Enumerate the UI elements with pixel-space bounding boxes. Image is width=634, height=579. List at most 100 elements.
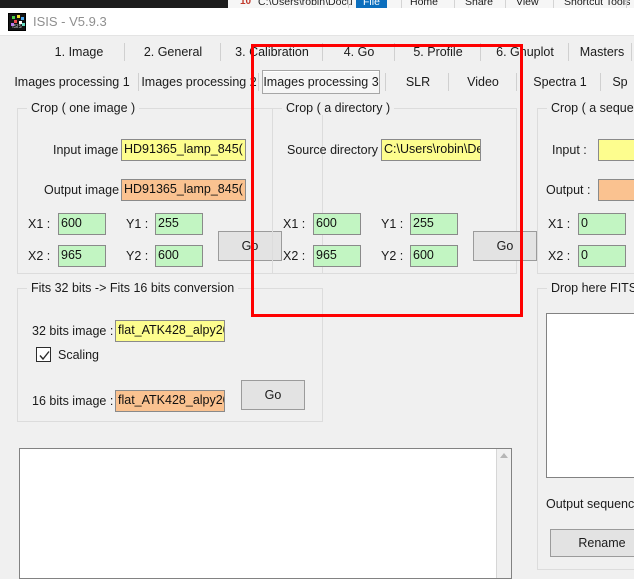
y2-label: Y2 : [126,249,149,263]
title-bar: ISIS ISIS - V5.9.3 [0,8,634,36]
output-image-field[interactable]: HD91365_lamp_845( [121,179,246,201]
seq-x2-label: X2 : [548,249,571,263]
tab-separator [568,43,569,61]
fits-16bit-label: 16 bits image : [32,394,114,408]
explorer-tab-separator [348,0,349,8]
tab-separator [385,73,386,91]
sequence-output-field[interactable] [598,179,634,201]
seq-x1-label: X1 : [548,217,571,231]
dir-y2-label: Y2 : [381,249,404,263]
window-title: ISIS - V5.9.3 [33,14,107,29]
tab-5-profile[interactable]: 5. Profile [398,37,478,67]
scaling-checkbox[interactable] [36,347,51,362]
drop-fits-legend: Drop here FITS image [547,281,634,295]
tab-spectra-1[interactable]: Spectra 1 [524,67,596,97]
log-output-textarea[interactable] [19,448,512,579]
tab-separator [124,43,125,61]
crop-directory-group: Crop ( a directory ) Source directory : … [272,101,537,274]
explorer-tab-separator [553,0,554,8]
fits-32bit-field[interactable]: flat_ATK428_alpy200 [115,320,225,342]
dir-y2-field[interactable]: 600 [410,245,458,267]
output-sequence-label: Output sequence : [546,497,634,511]
drop-fits-group: Drop here FITS image Output sequence : R… [537,281,634,570]
tab-2-general[interactable]: 2. General [128,37,218,67]
sequence-input-field[interactable] [598,139,634,161]
background-explorer-ribbon: 10 C:\Users\robin\Docu File Home Share V… [0,0,634,8]
fits-32bit-label: 32 bits image : [32,324,114,338]
crop-directory-legend: Crop ( a directory ) [282,101,395,115]
scroll-up-arrow-icon[interactable] [500,453,508,458]
dir-x2-field[interactable]: 965 [313,245,361,267]
tab-masters[interactable]: Masters [572,37,632,67]
tab-3-calibration[interactable]: 3. Calibration [224,37,320,67]
isis-application-window: 10 C:\Users\robin\Docu File Home Share V… [0,0,634,579]
fits-conversion-group: Fits 32 bits -> Fits 16 bits conversion … [17,281,323,422]
explorer-tab-view[interactable]: View [516,0,539,8]
tab-separator [516,73,517,91]
x1-field[interactable]: 600 [58,213,106,235]
explorer-tab-separator [401,0,402,8]
dir-x2-label: X2 : [283,249,306,263]
tab-1-image[interactable]: 1. Image [36,37,122,67]
source-directory-field[interactable]: C:\Users\robin\Des [381,139,481,161]
sequence-output-label: Output : [546,183,591,197]
source-directory-label: Source directory : [287,143,385,157]
scaling-checkbox-row[interactable]: Scaling [36,347,99,362]
output-image-label: Output image : [44,183,126,197]
tab-4-go[interactable]: 4. Go [326,37,392,67]
y2-field[interactable]: 600 [155,245,203,267]
rename-button[interactable]: Rename [550,529,634,557]
crop-directory-go-button[interactable]: Go [473,231,537,261]
seq-x2-field[interactable]: 0 [578,245,626,267]
sequence-input-label: Input : [552,143,587,157]
scaling-label: Scaling [58,347,99,362]
x1-label: X1 : [28,217,51,231]
tab-images-processing-2[interactable]: Images processing 2 [141,67,256,97]
secondary-tab-row: Images processing 1 Images processing 2 … [0,67,634,97]
x2-label: X2 : [28,249,51,263]
isis-app-icon: ISIS [8,13,26,31]
tab-6-gnuplot[interactable]: 6. Gnuplot [484,37,566,67]
input-image-label: Input image : [53,143,126,157]
primary-tab-row: 1. Image 2. General 3. Calibration 4. Go… [0,37,634,67]
crop-sequence-group: Crop ( a sequence ) Input : Output : X1 … [537,101,634,274]
dir-x1-label: X1 : [283,217,306,231]
x2-field[interactable]: 965 [58,245,106,267]
tab-video[interactable]: Video [452,67,514,97]
fits-conversion-go-button[interactable]: Go [241,380,305,410]
explorer-tab-home[interactable]: Home [410,0,438,8]
y1-label: Y1 : [126,217,149,231]
tab-separator [480,43,481,61]
seq-x1-field[interactable]: 0 [578,213,626,235]
tab-separator [138,73,139,91]
dir-y1-label: Y1 : [381,217,404,231]
tab-separator [322,43,323,61]
tab-separator [631,43,632,61]
fits-conversion-legend: Fits 32 bits -> Fits 16 bits conversion [27,281,239,295]
fits-drop-area[interactable] [546,313,634,478]
tab-separator [258,73,259,91]
crop-one-image-legend: Crop ( one image ) [27,101,140,115]
explorer-tab-row: File Home Share View Shortcut Tools App … [228,0,634,8]
tab-images-processing-3[interactable]: Images processing 3 [262,70,380,94]
log-scrollbar[interactable] [496,449,511,578]
tab-images-processing-1[interactable]: Images processing 1 [8,67,136,97]
input-image-field[interactable]: HD91365_lamp_845( [121,139,246,161]
dir-y1-field[interactable]: 255 [410,213,458,235]
y1-field[interactable]: 255 [155,213,203,235]
dir-x1-field[interactable]: 600 [313,213,361,235]
crop-sequence-legend: Crop ( a sequence ) [547,101,634,115]
tab-separator [220,43,221,61]
explorer-tab-file[interactable]: File [356,0,387,8]
fits-16bit-field[interactable]: flat_ATK428_alpy200 [115,390,225,412]
tab-separator [600,73,601,91]
explorer-tab-share[interactable]: Share [465,0,493,8]
explorer-dark-area [0,0,228,8]
tab-separator [448,73,449,91]
tab-slr[interactable]: SLR [390,67,446,97]
tab-separator [394,43,395,61]
explorer-tab-separator [505,0,506,8]
tab-spectra-2-truncated[interactable]: Sp [606,67,634,97]
explorer-tab-shortcut-tools[interactable]: Shortcut Tools [564,0,630,8]
explorer-tab-separator [454,0,455,8]
